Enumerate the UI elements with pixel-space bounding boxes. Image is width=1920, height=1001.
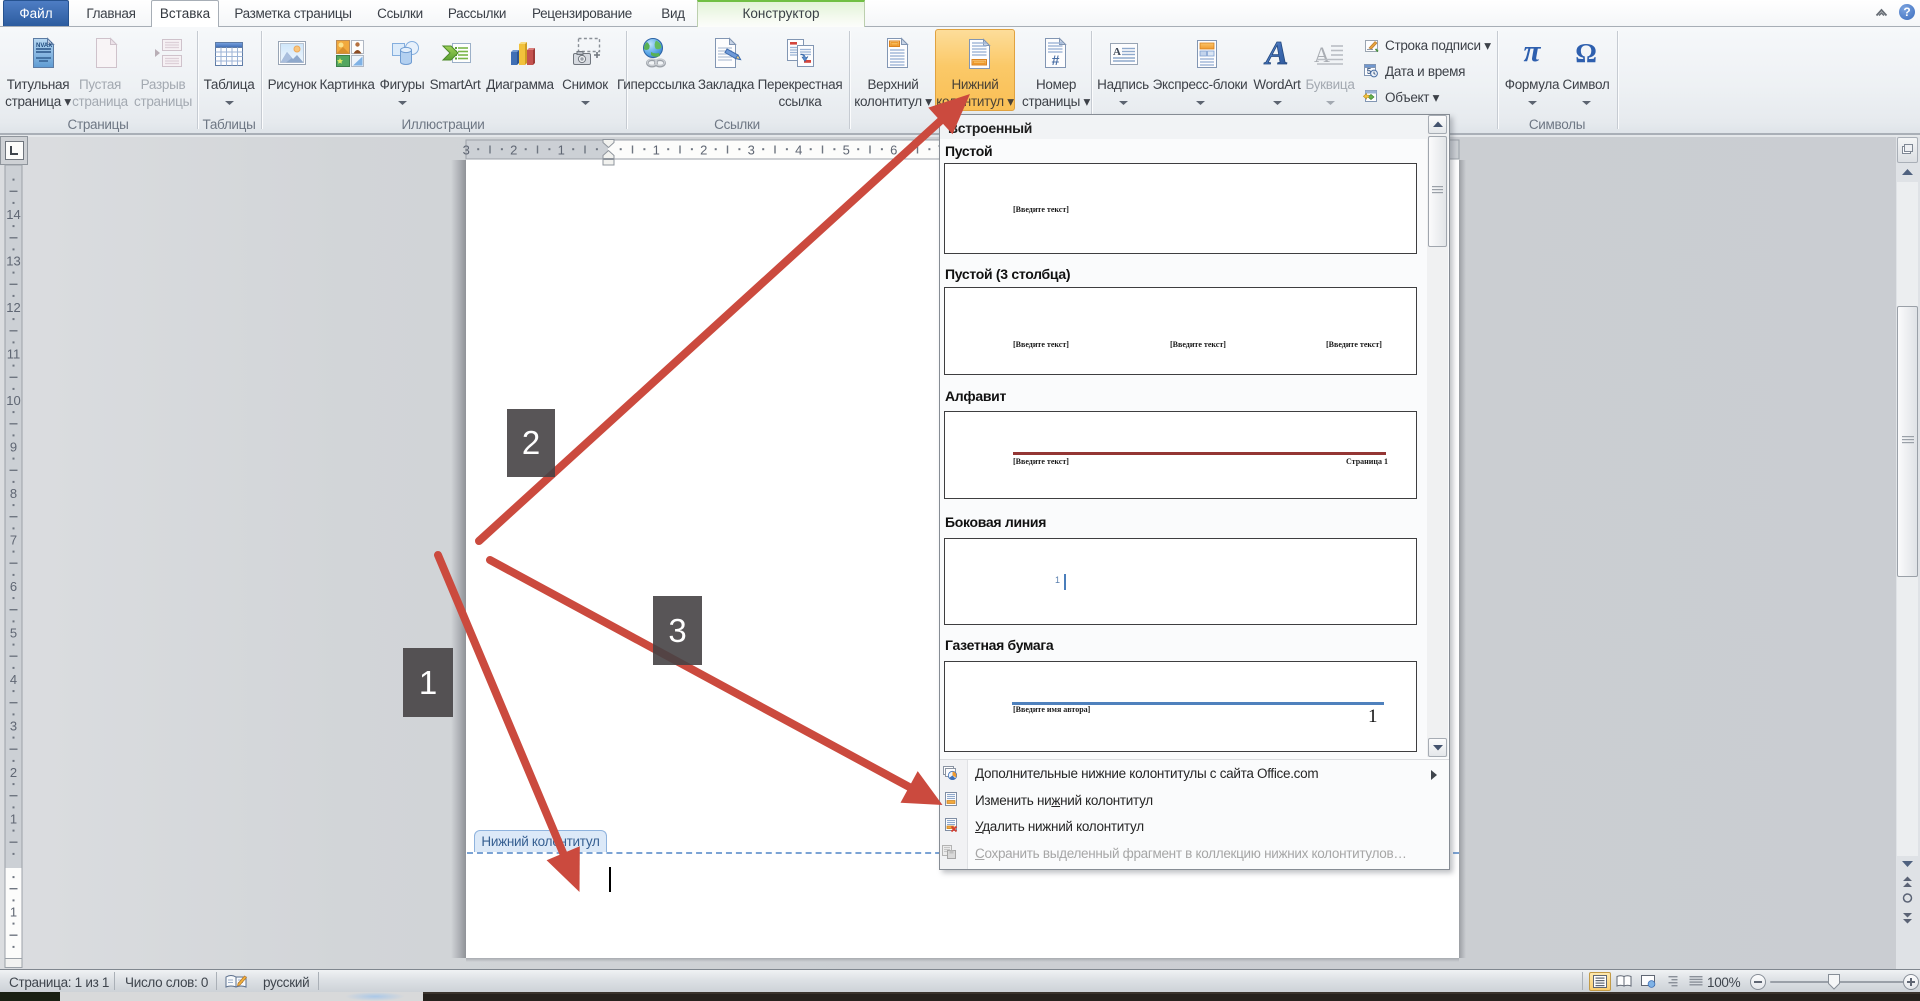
svg-text:3: 3 <box>463 143 470 158</box>
svg-text:1: 1 <box>10 905 17 920</box>
svg-text:6: 6 <box>890 143 897 158</box>
svg-text:8: 8 <box>10 486 17 501</box>
svg-text:7: 7 <box>10 533 17 548</box>
svg-text:4: 4 <box>795 143 802 158</box>
svg-text:5: 5 <box>10 626 17 641</box>
svg-text:2: 2 <box>510 143 517 158</box>
svg-text:10: 10 <box>6 393 20 408</box>
svg-text:13: 13 <box>6 254 20 269</box>
svg-text:5: 5 <box>843 143 850 158</box>
svg-text:1: 1 <box>653 143 660 158</box>
svg-text:9: 9 <box>10 440 17 455</box>
svg-text:6: 6 <box>10 579 17 594</box>
svg-text:2: 2 <box>10 765 17 780</box>
svg-text:1: 1 <box>10 812 17 827</box>
svg-text:1: 1 <box>558 143 565 158</box>
svg-text:14: 14 <box>6 207 20 222</box>
svg-text:4: 4 <box>10 672 17 687</box>
svg-text:12: 12 <box>6 300 20 315</box>
svg-text:2: 2 <box>700 143 707 158</box>
svg-text:3: 3 <box>10 719 17 734</box>
svg-text:3: 3 <box>748 143 755 158</box>
svg-text:11: 11 <box>7 347 21 362</box>
